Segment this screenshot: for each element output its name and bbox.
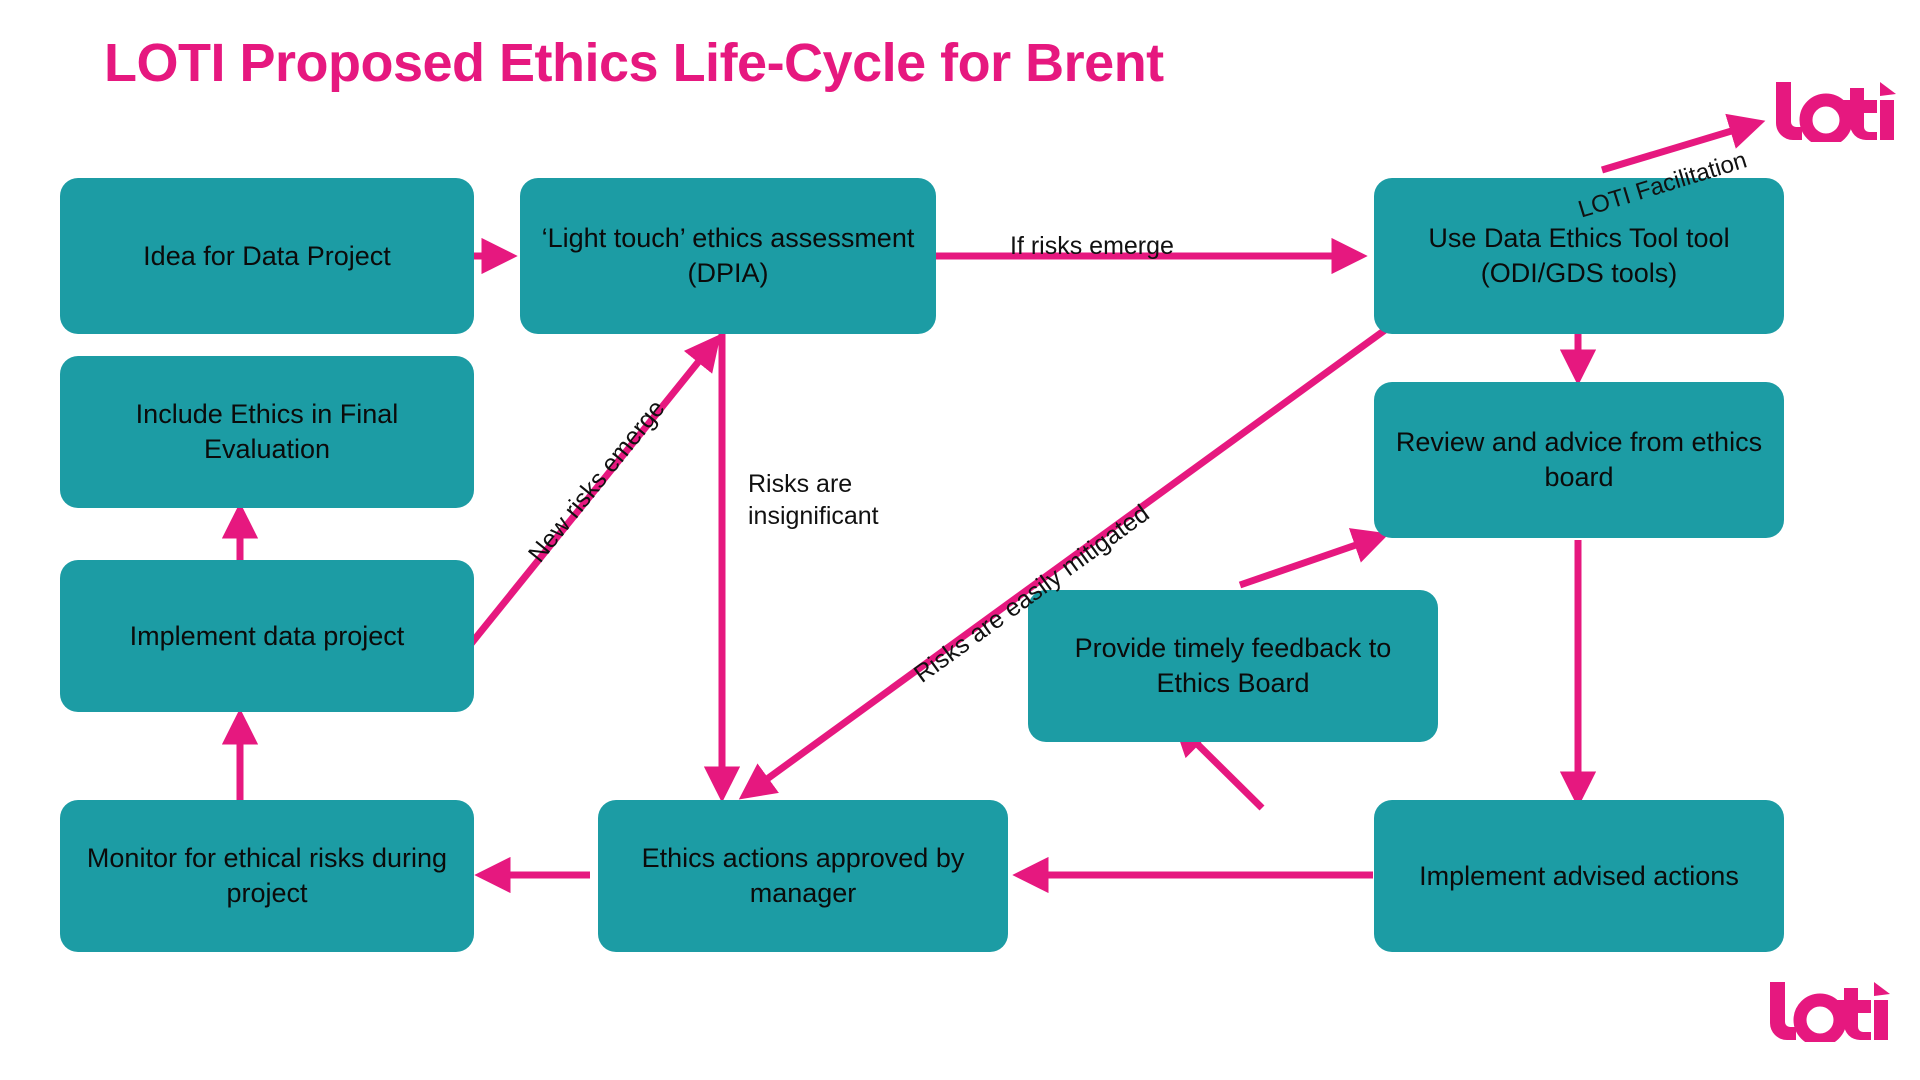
- node-idea[interactable]: Idea for Data Project: [60, 178, 474, 334]
- node-light-touch-assessment[interactable]: ‘Light touch’ ethics assessment (DPIA): [520, 178, 936, 334]
- loti-logo-bottom-right: Loti: [1766, 978, 1892, 1047]
- edge-label-if-risks-emerge: If risks emerge: [1010, 200, 1174, 263]
- node-implement-data-project[interactable]: Implement data project: [60, 560, 474, 712]
- node-monitor-ethical-risks[interactable]: Monitor for ethical risks during project: [60, 800, 474, 952]
- arrow-feedback-to-review: [1238, 528, 1390, 589]
- node-include-ethics-final-evaluation[interactable]: Include Ethics in Final Evaluation: [60, 356, 474, 508]
- edge-label-text: New risks emerge: [523, 394, 671, 568]
- loti-logo-icon: [1770, 982, 1890, 1047]
- node-provide-timely-feedback[interactable]: Provide timely feedback to Ethics Board: [1028, 590, 1438, 742]
- edge-label-text: If risks emerge: [1010, 232, 1174, 261]
- edge-label-risks-are-insignificant: Risks are insignificant: [748, 438, 879, 532]
- edge-label-new-risks-emerge: New risks emerge: [498, 375, 672, 570]
- node-review-and-advice[interactable]: Review and advice from ethics board: [1374, 382, 1784, 538]
- slide-canvas: LOTI Proposed Ethics Life-Cycle for Bren…: [0, 0, 1920, 1080]
- edge-label-text: Risks are insignificant: [748, 470, 879, 530]
- page-title: LOTI Proposed Ethics Life-Cycle for Bren…: [104, 33, 1164, 93]
- node-label: Include Ethics in Final Evaluation: [135, 399, 399, 464]
- loti-logo-top-right: Loti: [1772, 78, 1898, 147]
- node-label: Ethics actions approved by manager: [641, 843, 965, 908]
- node-implement-advised-actions[interactable]: Implement advised actions: [1374, 800, 1784, 952]
- node-label: ‘Light touch’ ethics assessment (DPIA): [541, 223, 915, 288]
- node-label: Provide timely feedback to Ethics Board: [1074, 633, 1392, 698]
- node-label: Implement data project: [129, 620, 405, 651]
- node-label: Use Data Ethics Tool tool (ODI/GDS tools…: [1428, 223, 1730, 288]
- node-ethics-actions-approved[interactable]: Ethics actions approved by manager: [598, 800, 1008, 952]
- node-label: Idea for Data Project: [143, 240, 391, 271]
- node-label: Implement advised actions: [1419, 860, 1739, 891]
- node-label: Monitor for ethical risks during project: [86, 843, 448, 908]
- node-label: Review and advice from ethics board: [1395, 427, 1763, 492]
- loti-logo-icon: [1776, 82, 1896, 147]
